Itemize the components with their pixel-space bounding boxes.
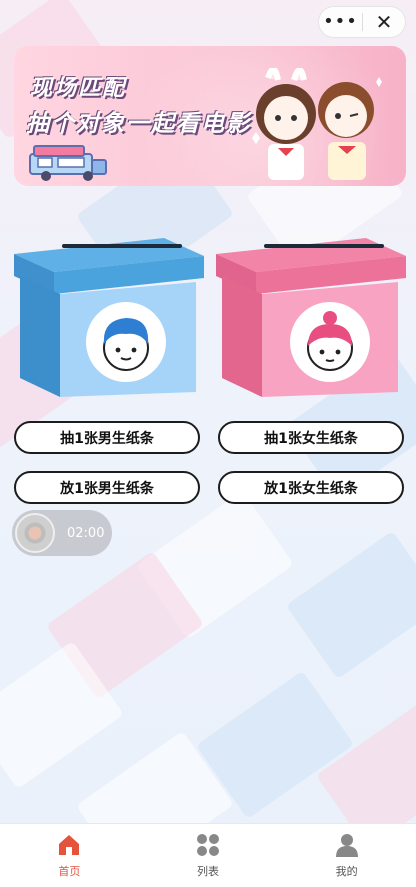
put-male-note-button[interactable]: 放1张男生纸条 bbox=[14, 471, 200, 504]
music-time: 02:00 bbox=[67, 525, 105, 541]
girl-avatar-icon bbox=[290, 302, 370, 382]
tab-bar: 首页 列表 我的 bbox=[0, 823, 416, 887]
music-player[interactable]: 02:00 bbox=[12, 510, 112, 556]
draw-female-note-button[interactable]: 抽1张女生纸条 bbox=[218, 421, 404, 454]
close-icon[interactable]: ✕ bbox=[363, 7, 405, 37]
tab-mine[interactable]: 我的 bbox=[277, 824, 416, 887]
put-female-note-button[interactable]: 放1张女生纸条 bbox=[218, 471, 404, 504]
boy-avatar-icon bbox=[86, 302, 166, 382]
food-truck-icon bbox=[29, 145, 107, 181]
banner-title-line2: 抽个对象一起看电影 bbox=[26, 111, 251, 137]
more-dots-icon[interactable]: ••• bbox=[319, 7, 362, 37]
tab-list-label: 列表 bbox=[197, 865, 219, 878]
music-disc-icon[interactable] bbox=[15, 513, 55, 553]
tab-home-label: 首页 bbox=[58, 865, 81, 878]
top-bar: ••• ✕ bbox=[0, 0, 416, 44]
tab-list[interactable]: 列表 bbox=[139, 824, 278, 887]
banner-title-line1: 现场匹配 bbox=[30, 76, 127, 101]
user-icon bbox=[335, 834, 358, 857]
grid-icon bbox=[197, 834, 219, 856]
tab-home[interactable]: 首页 bbox=[0, 824, 139, 887]
tab-mine-label: 我的 bbox=[335, 865, 358, 878]
couple-illustration bbox=[252, 68, 382, 180]
draw-male-note-button[interactable]: 抽1张男生纸条 bbox=[14, 421, 200, 454]
banner[interactable]: 现场匹配 抽个对象一起看电影 bbox=[14, 46, 406, 186]
home-icon bbox=[59, 835, 80, 855]
mini-program-capsule: ••• ✕ bbox=[318, 6, 406, 38]
